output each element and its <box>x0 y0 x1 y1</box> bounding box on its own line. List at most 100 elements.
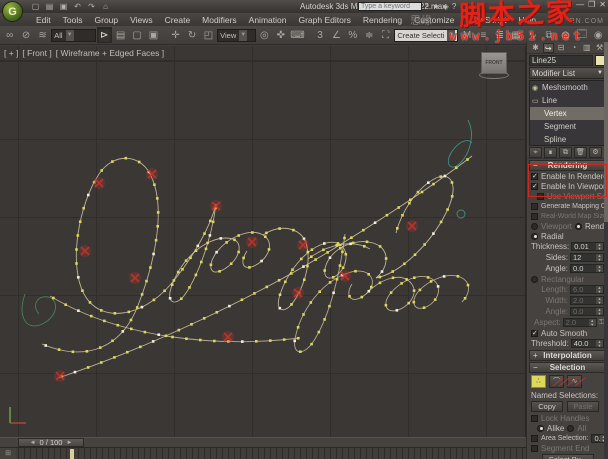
help-icon[interactable]: ? <box>452 2 456 11</box>
application-menu-logo[interactable]: G <box>2 1 23 22</box>
pin-stack-icon[interactable]: ⌖ <box>529 147 542 158</box>
percent-snap-icon[interactable]: % <box>345 27 360 43</box>
vertex-subobject-button[interactable]: ∴ <box>531 375 546 388</box>
select-and-rotate-icon[interactable]: ↻ <box>184 27 199 43</box>
undo-icon[interactable]: ↶ <box>72 2 83 11</box>
curve-editor-icon[interactable]: ∿ <box>525 27 540 43</box>
stack-subobject-spline[interactable]: Spline <box>530 133 605 146</box>
aspect-spinner[interactable]: 2.0▲▼ <box>563 318 597 327</box>
spline-canvas[interactable] <box>0 46 526 437</box>
select-and-link-icon[interactable]: ∞ <box>2 27 17 43</box>
viewcube-ring[interactable] <box>479 71 509 79</box>
segment-end-checkbox[interactable] <box>531 445 538 452</box>
modifier-list-dropdown[interactable]: Modifier List▼ <box>529 67 606 79</box>
communication-center-icon[interactable]: ◈ <box>443 2 449 11</box>
rollout-selection-header[interactable]: −Selection <box>529 362 606 373</box>
menu-maxscript[interactable]: MAXScript <box>460 14 512 26</box>
select-by-button[interactable]: Select By... <box>542 454 594 459</box>
new-scene-icon[interactable]: ▢ <box>30 2 41 11</box>
project-folder-icon[interactable]: ⌂ <box>100 2 111 11</box>
tab-motion-icon[interactable]: ◔ <box>569 43 580 53</box>
stack-item-line[interactable]: ▭ Line <box>530 94 605 107</box>
rollout-interpolation-header[interactable]: +Interpolation <box>529 350 606 361</box>
real-world-row[interactable]: Real-World Map Size <box>527 211 608 221</box>
vertex-markers[interactable] <box>44 157 469 378</box>
spline-word-free[interactable] <box>50 234 469 352</box>
auto-smooth-checkbox[interactable]: ✓ <box>531 330 538 337</box>
copy-button[interactable]: Copy <box>531 401 563 412</box>
radial-radio[interactable] <box>531 233 538 240</box>
time-slider[interactable]: ◄ 0 / 100 ► <box>0 437 526 447</box>
renderer-radio[interactable] <box>575 223 582 230</box>
area-selection-row[interactable]: Area Selection: 0.1▲▼ <box>527 433 608 443</box>
select-and-move-icon[interactable]: ✛ <box>168 27 183 43</box>
stack-subobject-segment[interactable]: Segment <box>530 120 605 133</box>
search-icon[interactable]: ⌕ <box>425 1 429 11</box>
angle2-spinner[interactable]: 0.0▲▼ <box>570 307 604 316</box>
menu-animation[interactable]: Animation <box>243 14 293 26</box>
rectangular-selection-icon[interactable]: ▢ <box>129 27 144 43</box>
viewcube[interactable]: FRONT <box>479 52 509 86</box>
tab-create-icon[interactable]: ✱ <box>530 43 541 53</box>
spline-exclamation[interactable] <box>448 120 472 218</box>
menu-help[interactable]: Help <box>512 14 541 26</box>
auto-smooth-row[interactable]: ✓ Auto Smooth <box>527 328 608 338</box>
viewport-radio[interactable] <box>531 223 538 230</box>
select-and-manipulate-icon[interactable]: ✜ <box>273 27 288 43</box>
window-crossing-icon[interactable]: ▣ <box>146 27 161 43</box>
viewport-general-menu[interactable]: [ + ] <box>4 48 18 58</box>
mirror-icon[interactable]: M <box>459 27 474 43</box>
track-bar[interactable]: ⊞ <box>0 447 526 459</box>
tab-hierarchy-icon[interactable]: ⊟ <box>556 43 567 53</box>
alike-radio[interactable] <box>537 425 544 432</box>
minimize-button[interactable]: — <box>576 0 584 9</box>
close-button[interactable]: ✕ <box>599 0 606 9</box>
keyboard-override-icon[interactable]: ⌨ <box>290 27 306 43</box>
menu-group[interactable]: Group <box>89 14 125 26</box>
render-production-icon[interactable]: ◉ <box>591 27 606 43</box>
selected-vertex-marks[interactable] <box>54 168 418 382</box>
select-and-scale-icon[interactable]: ◰ <box>201 27 216 43</box>
menu-modifiers[interactable]: Modifiers <box>196 14 242 26</box>
redo-icon[interactable]: ↷ <box>86 2 97 11</box>
configure-stack-icon[interactable]: ⚙ <box>589 147 602 158</box>
schematic-view-icon[interactable]: ⧉ <box>541 27 556 43</box>
threshold-spinner[interactable]: 40.0▲▼ <box>571 339 604 348</box>
named-selection-sets-icon[interactable]: ⛶ <box>378 27 393 43</box>
menu-create[interactable]: Create <box>159 14 197 26</box>
menu-graph-editors[interactable]: Graph Editors <box>292 14 356 26</box>
viewport-shading-menu[interactable]: [ Wireframe + Edged Faces ] <box>56 48 164 58</box>
remove-modifier-icon[interactable]: 🗑 <box>574 147 587 158</box>
paste-button[interactable]: Paste <box>567 401 599 412</box>
star-icon[interactable]: ★ <box>432 2 439 11</box>
sides-spinner[interactable]: 12▲▼ <box>570 253 604 262</box>
length-spinner[interactable]: 6.0▲▼ <box>570 285 604 294</box>
render-setup-icon[interactable]: 🗔 <box>574 27 589 43</box>
object-name-field[interactable]: Line25 <box>529 55 593 66</box>
rectangular-radio-row[interactable]: Rectangular <box>527 274 608 284</box>
save-file-icon[interactable]: ▣ <box>58 2 69 11</box>
next-frame-icon[interactable]: ► <box>66 440 72 446</box>
rectangular-radio[interactable] <box>531 276 538 283</box>
menu-edit[interactable]: Edit <box>30 14 57 26</box>
snaps-toggle-icon[interactable]: 3 <box>312 27 327 43</box>
show-end-result-icon[interactable]: ∎ <box>544 147 557 158</box>
prev-frame-icon[interactable]: ◄ <box>30 440 36 446</box>
menu-views[interactable]: Views <box>124 14 159 26</box>
select-object-icon[interactable]: ⊳ <box>97 27 112 43</box>
width-spinner[interactable]: 2.0▲▼ <box>570 296 604 305</box>
material-editor-icon[interactable]: ◍ <box>558 27 573 43</box>
panel-scrollbar[interactable] <box>604 42 608 459</box>
real-world-checkbox[interactable] <box>531 213 538 220</box>
timeline-options-icon[interactable]: ⊞ <box>0 448 16 459</box>
thickness-spinner[interactable]: 0.01▲▼ <box>571 242 604 251</box>
selection-filter-select[interactable]: All▼ <box>51 29 95 42</box>
named-selection-set-select[interactable]: Create Selection Set▼ <box>394 29 458 42</box>
area-selection-checkbox[interactable] <box>531 435 538 442</box>
make-unique-icon[interactable]: ⧉ <box>559 147 572 158</box>
front-viewport[interactable]: [ + ] [ Front ] [ Wireframe + Edged Face… <box>0 46 526 437</box>
segment-end-row[interactable]: Segment End <box>527 443 608 453</box>
angle-spinner[interactable]: 0.0▲▼ <box>570 264 604 273</box>
menu-tools[interactable]: Tools <box>57 14 89 26</box>
menu-rendering[interactable]: Rendering <box>357 14 408 26</box>
